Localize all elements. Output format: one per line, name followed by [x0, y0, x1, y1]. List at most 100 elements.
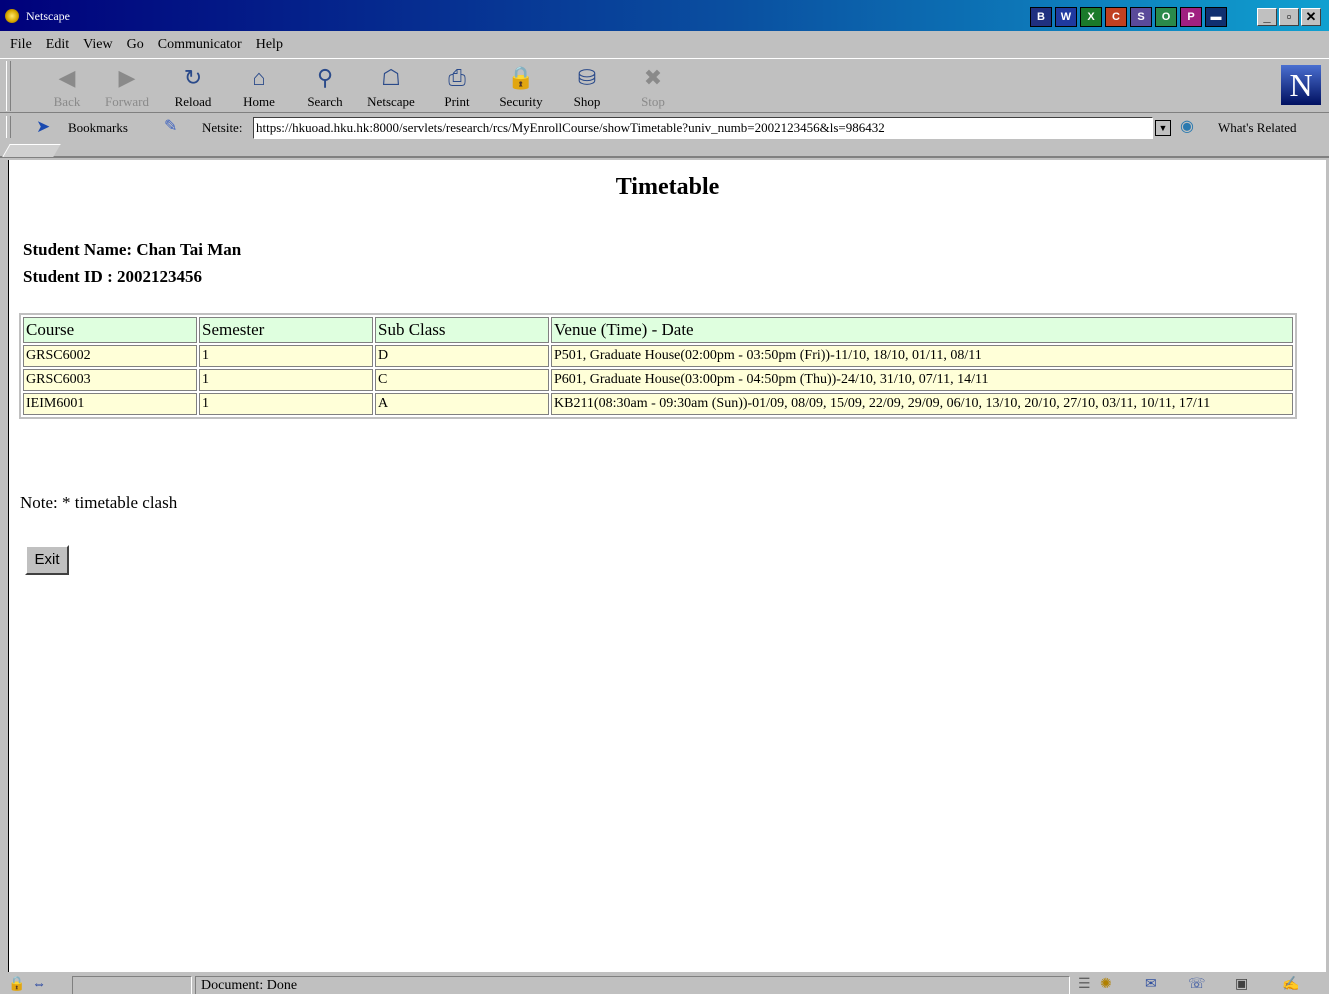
exit-button[interactable]: Exit	[25, 545, 69, 575]
toolbar-button-label: Back	[53, 94, 81, 109]
toolbar-print-button[interactable]: ⎙ Print	[426, 64, 488, 112]
toolbar-search-button[interactable]: ⚲ Search	[294, 64, 356, 112]
toolbar-button-label: Stop	[641, 94, 665, 109]
shop-icon: ⛁	[577, 65, 597, 90]
excel-icon[interactable]: X	[1080, 7, 1102, 27]
location-grip[interactable]	[6, 116, 11, 138]
cell-course: GRSC6003	[23, 369, 197, 391]
cell-semester: 1	[199, 393, 373, 415]
cell-subclass: C	[375, 369, 549, 391]
toolbar-button-label: Home	[243, 94, 275, 109]
page-proxy-icon[interactable]: ✎	[164, 119, 177, 135]
tray-icon-6[interactable]: O	[1155, 7, 1177, 27]
stop-icon: ✖	[643, 65, 663, 90]
table-row: GRSC6003 1 C P601, Graduate House(03:00pm -…	[23, 369, 1293, 391]
tray-icon-1[interactable]: B	[1030, 7, 1052, 27]
toolbar-stop-button[interactable]: ✖ Stop	[622, 64, 684, 112]
window-controls: _ ▫ ✕	[1257, 8, 1321, 26]
table-row: GRSC6002 1 D P501, Graduate House(02:00pm -…	[23, 345, 1293, 367]
reload-icon: ↻	[183, 65, 203, 90]
toolbar-back-button[interactable]: ◀ Back	[36, 64, 98, 112]
tray-icon-8[interactable]: ▬	[1205, 7, 1227, 27]
office-tray: B W X C S O P ▬	[1030, 7, 1227, 27]
netsite-label: Netsite:	[202, 120, 243, 135]
mail-icon[interactable]: ✉	[1145, 977, 1157, 993]
netscape-icon: ☖	[381, 65, 401, 90]
location-bar: ➤ Bookmarks ✎ Netsite: https://hkuoad.hk…	[0, 114, 1329, 142]
col-header-semester: Semester	[199, 317, 373, 343]
menu-view[interactable]: View	[83, 37, 112, 53]
collapsed-toolbar-tab[interactable]	[2, 144, 61, 157]
toolbar-button-label: Forward	[104, 94, 150, 109]
toolbar-button-label: Reload	[174, 94, 212, 109]
maximize-icon[interactable]: ▫	[1279, 8, 1299, 26]
status-text-cell	[195, 976, 1070, 994]
progress-bar	[72, 976, 192, 994]
url-input[interactable]: https://hkuoad.hku.hk:8000/servlets/rese…	[253, 117, 1153, 139]
tray-icon-5[interactable]: S	[1130, 7, 1152, 27]
word-icon[interactable]: W	[1055, 7, 1077, 27]
menu-go[interactable]: Go	[127, 37, 144, 53]
whats-related-button[interactable]: What's Related	[1218, 120, 1297, 136]
cell-venue: KB211(08:30am - 09:30am (Sun))-01/09, 08…	[551, 393, 1293, 415]
search-icon: ⚲	[316, 65, 334, 90]
menu-edit[interactable]: Edit	[46, 37, 69, 53]
powerpoint-icon[interactable]: C	[1105, 7, 1127, 27]
home-icon: ⌂	[252, 65, 266, 90]
discussions-icon[interactable]: ☏	[1188, 977, 1206, 993]
toolbar-home-button[interactable]: ⌂ Home	[228, 64, 290, 112]
back-arrow-icon: ◀	[58, 65, 76, 90]
component-bar-icon[interactable]: ☰	[1078, 977, 1091, 993]
toolbar-button-label: Search	[307, 94, 343, 109]
bookmarks-icon[interactable]: ➤	[36, 118, 50, 135]
cell-course: IEIM6001	[23, 393, 197, 415]
menu-bar: File Edit View Go Communicator Help	[0, 31, 1329, 58]
security-lock-icon[interactable]: 🔒	[8, 977, 25, 993]
print-icon: ⎙	[448, 65, 466, 90]
col-header-subclass: Sub Class	[375, 317, 549, 343]
menu-help[interactable]: Help	[256, 37, 283, 53]
editor-icon[interactable]: ✍	[1282, 977, 1299, 993]
menu-communicator[interactable]: Communicator	[158, 37, 242, 53]
netscape-logo-icon	[5, 9, 19, 23]
timetable-table: Course Semester Sub Class Venue (Time) -…	[19, 313, 1297, 419]
toolbar-shop-button[interactable]: ⛁ Shop	[556, 64, 618, 112]
navigator-icon[interactable]: ✺	[1100, 977, 1112, 993]
toolbar-tab-strip	[0, 142, 1329, 158]
tray-icon-7[interactable]: P	[1180, 7, 1202, 27]
status-bar: 🔒 ⇔ Document: Done ☰ ✺ ✉ ☏ ▣ ✍	[0, 974, 1329, 994]
whats-related-icon[interactable]: ◉	[1180, 119, 1194, 135]
navigation-toolbar: ◀ Back ▶ Forward ↻ Reload ⌂ Home ⚲ Search ☖ Netscap…	[0, 58, 1329, 113]
toolbar-grip[interactable]	[6, 61, 11, 111]
toolbar-button-label: Print	[444, 94, 470, 109]
connection-icon: ⇔	[32, 977, 46, 992]
cell-subclass: D	[375, 345, 549, 367]
toolbar-forward-button[interactable]: ▶ Forward	[96, 64, 158, 112]
student-name: Student Name: Chan Tai Man	[23, 240, 242, 259]
close-icon[interactable]: ✕	[1301, 8, 1321, 26]
toolbar-security-button[interactable]: 🔒 Security	[490, 64, 552, 112]
cell-venue: P601, Graduate House(03:00pm - 04:50pm (…	[551, 369, 1293, 391]
status-text: Document: Done	[201, 978, 298, 993]
toolbar-reload-button[interactable]: ↻ Reload	[162, 64, 224, 112]
cell-semester: 1	[199, 369, 373, 391]
bookmarks-button[interactable]: Bookmarks	[68, 120, 128, 136]
lock-icon: 🔒	[507, 65, 535, 90]
page-content: Timetable Student Name: Chan Tai Man Stu…	[8, 160, 1326, 972]
menu-file[interactable]: File	[10, 37, 32, 53]
toolbar-button-label: Shop	[573, 94, 601, 109]
cell-subclass: A	[375, 393, 549, 415]
cell-venue: P501, Graduate House(02:00pm - 03:50pm (…	[551, 345, 1293, 367]
cell-course: GRSC6002	[23, 345, 197, 367]
toolbar-netscape-button[interactable]: ☖ Netscape	[360, 64, 422, 112]
toolbar-button-label: Security	[499, 94, 543, 109]
url-dropdown-icon[interactable]: ▼	[1155, 120, 1171, 136]
col-header-venue: Venue (Time) - Date	[551, 317, 1293, 343]
composer-icon[interactable]: ▣	[1235, 977, 1248, 993]
student-id: Student ID : 2002123456	[23, 267, 202, 286]
netscape-n-logo-icon[interactable]: N	[1281, 65, 1321, 105]
page-title: Timetable	[615, 174, 720, 200]
forward-arrow-icon: ▶	[118, 65, 136, 90]
table-header-row: Course Semester Sub Class Venue (Time) -…	[23, 317, 1293, 343]
minimize-icon[interactable]: _	[1257, 8, 1277, 26]
